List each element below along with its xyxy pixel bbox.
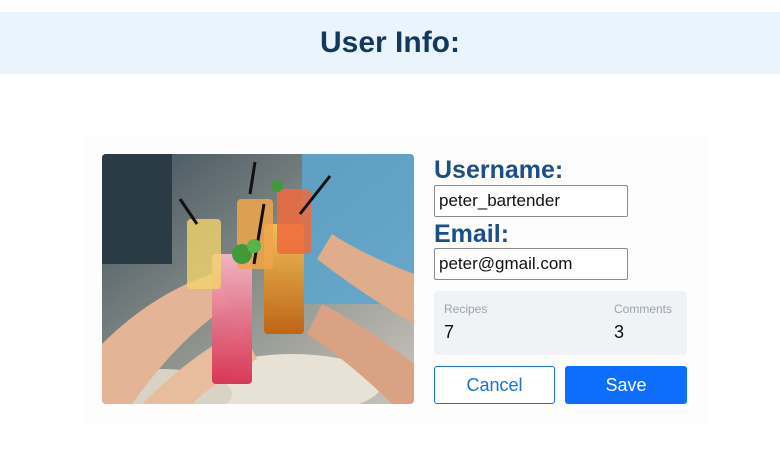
comments-count: 3 [614, 322, 625, 342]
drinks-toast-photo-icon [102, 154, 414, 404]
comments-label: Comments [614, 302, 673, 316]
recipes-label: Recipes [444, 302, 488, 316]
page-header: User Info: [0, 12, 780, 74]
page-title: User Info: [319, 26, 460, 59]
cancel-button[interactable]: Cancel [434, 366, 555, 404]
profile-photo [102, 154, 414, 404]
email-input[interactable] [434, 248, 628, 280]
username-label: Username: [434, 156, 564, 184]
save-button[interactable]: Save [565, 366, 687, 404]
email-label: Email: [434, 220, 510, 248]
user-stats-panel: Recipes 7 Comments 3 [434, 291, 687, 355]
recipes-count: 7 [444, 322, 455, 342]
username-input[interactable] [434, 185, 628, 217]
